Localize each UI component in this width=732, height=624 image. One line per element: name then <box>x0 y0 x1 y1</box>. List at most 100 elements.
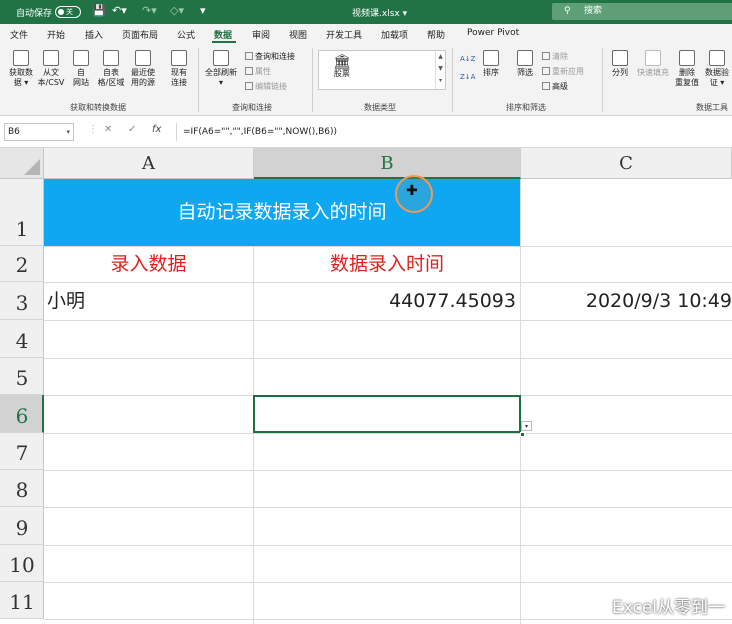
sort-button[interactable]: 排序 <box>480 50 502 78</box>
group-divider <box>198 48 199 112</box>
tab-file[interactable]: 文件 <box>10 28 28 41</box>
formula-input[interactable]: =IF(A6="","",IF(B6="",NOW(),B6)) <box>176 123 732 141</box>
row-header-6[interactable]: 6 <box>0 395 44 433</box>
cell-c3[interactable]: 2020/9/3 10:49 <box>521 282 732 320</box>
undo-icon[interactable]: ↶▾ <box>112 4 127 17</box>
cancel-edit-button[interactable]: ✕ <box>104 124 112 135</box>
existing-connections-button[interactable]: 现有 连接 <box>166 50 192 88</box>
sort-ascending-button[interactable]: A↓Z <box>460 54 475 64</box>
title-bar: 自动保存 关 💾 ↶▾ ↷▾ ◇▾ ▾ 视频课.xlsx ▾ ⚲ 搜索 <box>0 0 732 24</box>
customize-qat-icon[interactable]: ▾ <box>200 4 206 17</box>
name-box[interactable]: B6 ▾ <box>4 123 74 141</box>
cell-b3[interactable]: 44077.45093 <box>254 282 516 320</box>
chevron-down-icon[interactable]: ▾ <box>66 124 70 140</box>
save-icon[interactable]: 💾 <box>92 4 106 17</box>
redo-icon[interactable]: ↷▾ <box>142 4 157 17</box>
tab-page-layout[interactable]: 页面布局 <box>122 28 158 41</box>
remove-duplicates-button[interactable]: 删除 重复值 <box>672 50 702 88</box>
clock-icon <box>135 50 151 66</box>
recent-sources-button[interactable]: 最近使 用的源 <box>128 50 158 88</box>
tab-insert[interactable]: 插入 <box>85 28 103 41</box>
group-divider <box>312 48 313 112</box>
ribbon-tabs: 文件 开始 插入 页面布局 公式 数据 审阅 视图 开发工具 加载项 帮助 Po… <box>0 24 732 44</box>
row-header-4[interactable]: 4 <box>0 320 44 358</box>
tab-review[interactable]: 审阅 <box>252 28 270 41</box>
gridline <box>44 470 732 471</box>
group-label-get-transform: 获取和转换数据 <box>70 103 126 112</box>
paint-icon[interactable]: ◇▾ <box>170 4 184 17</box>
watermark: Excel从零到一 <box>612 598 726 618</box>
search-input[interactable]: ⚲ 搜索 <box>552 3 732 20</box>
autosave-toggle[interactable]: 关 <box>55 6 81 18</box>
tab-home[interactable]: 开始 <box>47 28 65 41</box>
row-header-5[interactable]: 5 <box>0 358 44 395</box>
from-csv-button[interactable]: 从文 本/CSV <box>36 50 66 88</box>
data-validation-button[interactable]: 数据验证 ▾ <box>702 50 732 88</box>
row-header-2[interactable]: 2 <box>0 246 44 282</box>
row-header-1[interactable]: 1 <box>0 179 44 246</box>
web-icon <box>73 50 89 66</box>
clear-filter-button[interactable]: 清除 <box>542 52 568 62</box>
tab-formulas[interactable]: 公式 <box>177 28 195 41</box>
tab-data[interactable]: 数据 <box>214 28 232 41</box>
row-header-8[interactable]: 8 <box>0 470 44 507</box>
column-header-a[interactable]: A <box>44 148 254 179</box>
reapply-icon <box>542 67 550 75</box>
row-header-9[interactable]: 9 <box>0 507 44 545</box>
text-to-columns-button[interactable]: 分列 <box>606 50 634 78</box>
cell-b2[interactable]: 数据录入时间 <box>254 246 520 282</box>
get-data-button[interactable]: 获取数据 ▾ <box>4 50 38 88</box>
gallery-scroll[interactable]: ▲ ▼ ▾ <box>435 51 445 89</box>
refresh-icon <box>213 50 229 66</box>
refresh-all-button[interactable]: 全部刷新 ▾ <box>202 50 240 88</box>
row-header-10[interactable]: 10 <box>0 545 44 582</box>
fill-handle[interactable] <box>520 432 525 437</box>
filter-button[interactable]: 筛选 <box>514 50 536 78</box>
validation-dropdown-arrow-icon[interactable]: ▾ <box>521 421 532 431</box>
properties-icon <box>245 67 253 75</box>
row-header-7[interactable]: 7 <box>0 433 44 470</box>
group-label-data-tools: 数据工具 <box>696 103 728 112</box>
queries-connections-button[interactable]: 查询和连接 <box>245 52 295 62</box>
queries-icon <box>245 52 253 60</box>
advanced-filter-button[interactable]: 高级 <box>542 82 568 92</box>
cell-a2[interactable]: 录入数据 <box>44 246 253 282</box>
from-web-button[interactable]: 自网站 <box>70 50 92 88</box>
row-header-3[interactable]: 3 <box>0 282 44 320</box>
data-type-gallery[interactable]: 🏛 股票 ▲ ▼ ▾ <box>318 50 446 90</box>
tab-power-pivot[interactable]: Power Pivot <box>467 28 519 38</box>
bank-icon: 🏛 <box>333 54 351 70</box>
column-header-c[interactable]: C <box>521 148 732 179</box>
cell-a1-merged-title[interactable]: 自动记录数据录入的时间 <box>44 179 520 246</box>
tab-addins[interactable]: 加载项 <box>381 28 408 41</box>
group-divider <box>602 48 603 112</box>
enter-edit-button[interactable]: ✓ <box>128 124 136 135</box>
from-table-button[interactable]: 自表 格/区域 <box>96 50 126 88</box>
cell-a3[interactable]: 小明 <box>47 282 85 320</box>
group-label-sort-filter: 排序和筛选 <box>506 103 546 112</box>
flash-fill-button[interactable]: 快速填充 <box>634 50 672 78</box>
reapply-button[interactable]: 重新应用 <box>542 67 584 77</box>
worksheet-grid[interactable]: A B C 1 2 3 4 5 6 7 8 9 10 11 自动记录数据录入的时… <box>0 148 732 624</box>
row-header-11[interactable]: 11 <box>0 582 44 619</box>
file-name: 视频课.xlsx ▾ <box>352 9 408 19</box>
column-header-b[interactable]: B <box>254 148 521 179</box>
sort-descending-button[interactable]: Z↓A <box>460 72 475 82</box>
table-icon <box>103 50 119 66</box>
select-all-button[interactable] <box>0 148 44 179</box>
active-tab-indicator <box>212 41 236 43</box>
tab-view[interactable]: 视图 <box>289 28 307 41</box>
properties-button[interactable]: 属性 <box>245 67 271 77</box>
tab-help[interactable]: 帮助 <box>427 28 445 41</box>
gridline <box>44 507 732 508</box>
stocks-button[interactable]: 🏛 股票 <box>333 54 351 79</box>
insert-function-button[interactable]: fx <box>152 124 161 135</box>
group-label-queries: 查询和连接 <box>232 103 272 112</box>
edit-links-button[interactable]: 编辑链接 <box>245 82 287 92</box>
select-all-triangle <box>24 159 40 175</box>
active-cell-b6[interactable] <box>253 395 521 433</box>
sort-icon <box>483 50 499 66</box>
formula-bar-splitter-icon[interactable]: ⋮ <box>88 124 98 135</box>
data-validation-icon <box>709 50 725 66</box>
tab-developer[interactable]: 开发工具 <box>326 28 362 41</box>
